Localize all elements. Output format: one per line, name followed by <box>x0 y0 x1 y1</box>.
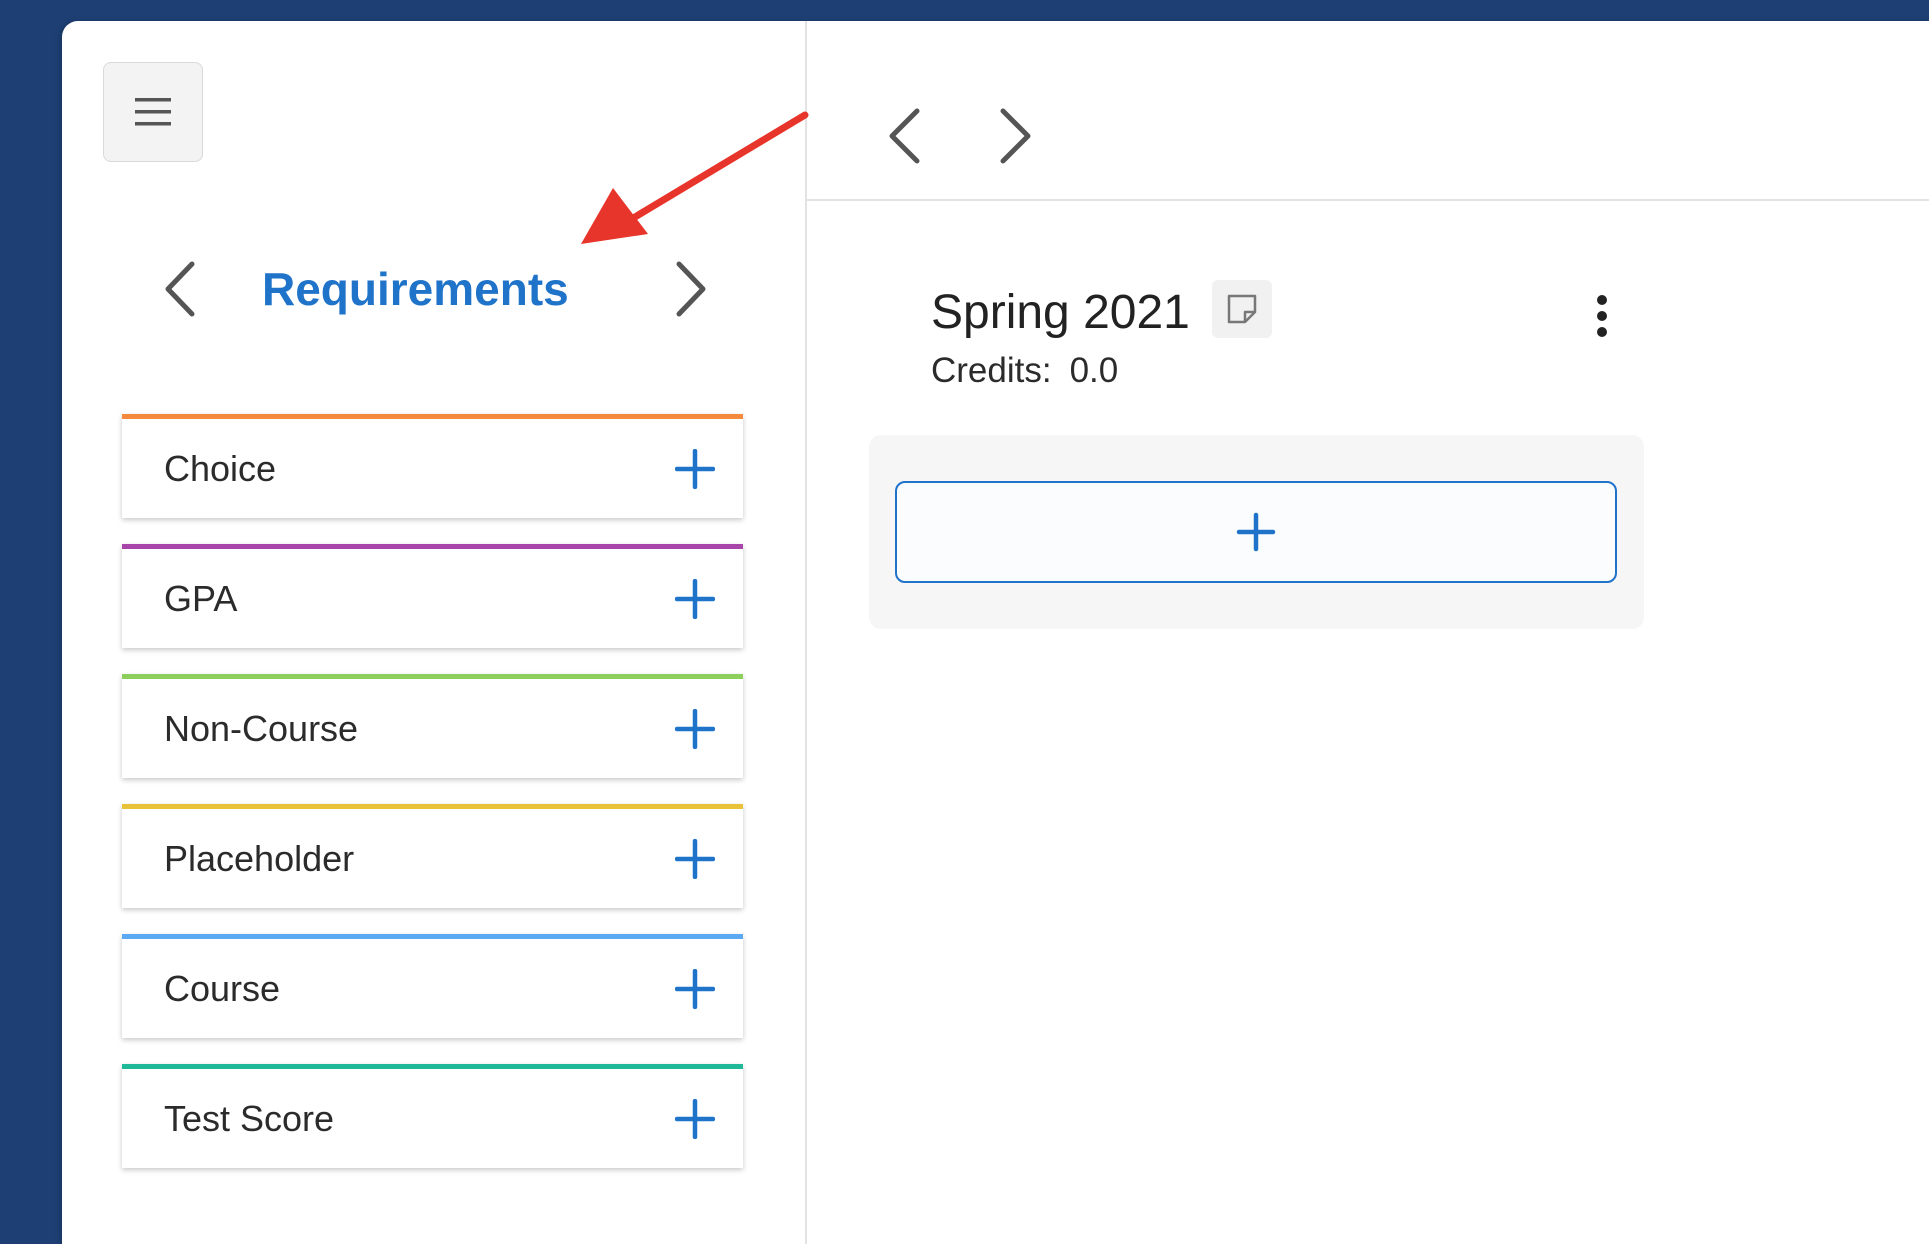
requirement-card[interactable]: Non-Course <box>122 674 743 778</box>
menu-button[interactable] <box>103 62 203 162</box>
term-title: Spring 2021 <box>931 286 1190 339</box>
plus-icon <box>674 578 716 620</box>
chevron-left-icon <box>165 261 195 317</box>
term-panel: Spring 2021 Credits: 0.0 <box>807 21 1929 1244</box>
requirement-label: Choice <box>164 448 277 489</box>
plus-icon <box>674 708 716 750</box>
add-requirement-button[interactable] <box>674 448 716 490</box>
term-options-button[interactable] <box>1582 286 1622 346</box>
requirements-prev-button[interactable] <box>154 254 204 324</box>
chevron-right-icon <box>1000 108 1031 164</box>
requirement-label: Test Score <box>164 1098 335 1139</box>
app-window: Requirements Choice GPA Non-Course Placehol… <box>62 21 1929 1244</box>
plus-icon <box>1236 512 1276 552</box>
more-vertical-icon <box>1597 295 1607 337</box>
requirement-card[interactable]: Test Score <box>122 1064 743 1168</box>
add-requirement-button[interactable] <box>674 708 716 750</box>
plus-icon <box>674 448 716 490</box>
term-courses-area <box>869 435 1644 629</box>
plus-icon <box>674 838 716 880</box>
requirement-card[interactable]: GPA <box>122 544 743 648</box>
credits-label: Credits: <box>931 351 1052 390</box>
requirement-card[interactable]: Placeholder <box>122 804 743 908</box>
term-next-button[interactable] <box>991 101 1041 171</box>
requirement-label: Placeholder <box>164 838 355 879</box>
term-prev-button[interactable] <box>879 101 929 171</box>
add-requirement-button[interactable] <box>674 578 716 620</box>
chevron-right-icon <box>676 261 706 317</box>
add-course-button[interactable] <box>895 481 1617 583</box>
requirement-label: Non-Course <box>164 708 359 749</box>
term-navigation <box>807 21 1929 201</box>
requirements-sidebar: Requirements Choice GPA Non-Course Placehol… <box>62 21 807 1244</box>
requirement-card[interactable]: Course <box>122 934 743 1038</box>
requirement-label: Course <box>164 968 281 1009</box>
requirements-title[interactable]: Requirements <box>262 249 569 329</box>
add-requirement-button[interactable] <box>674 968 716 1010</box>
credits-value: 0.0 <box>1069 351 1119 390</box>
hamburger-icon <box>135 98 171 126</box>
requirements-next-button[interactable] <box>667 254 717 324</box>
chevron-left-icon <box>889 108 920 164</box>
requirement-card[interactable]: Choice <box>122 414 743 518</box>
plus-icon <box>674 968 716 1010</box>
requirements-list: Choice GPA Non-Course Placeholder Course Test… <box>122 414 745 1194</box>
add-requirement-button[interactable] <box>674 838 716 880</box>
term-note-button[interactable] <box>1212 280 1272 338</box>
term-credits: Credits: 0.0 <box>931 349 1118 393</box>
requirement-label: GPA <box>164 578 238 619</box>
plus-icon <box>674 1098 716 1140</box>
requirements-header: Requirements <box>62 249 805 329</box>
sticky-note-icon <box>1227 294 1257 324</box>
add-requirement-button[interactable] <box>674 1098 716 1140</box>
